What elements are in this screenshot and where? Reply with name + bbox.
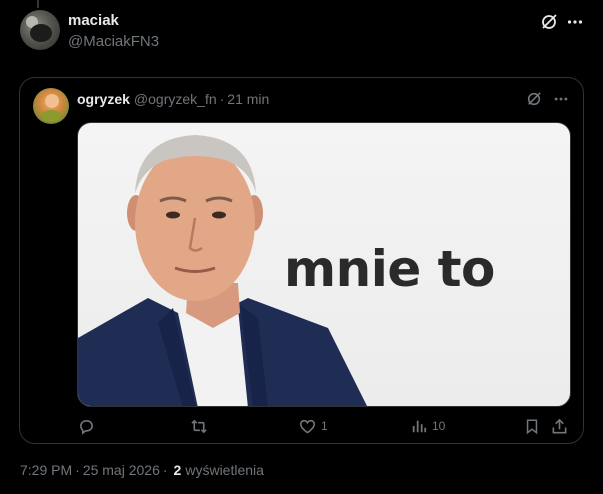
- views-button[interactable]: 10: [411, 416, 445, 436]
- grok-icon[interactable]: [538, 11, 560, 33]
- views-icon: [412, 420, 427, 433]
- author-name[interactable]: maciak: [68, 12, 159, 30]
- share-icon: [552, 418, 567, 433]
- retweet-icon: [191, 419, 207, 433]
- separator-dot: ·: [75, 462, 80, 478]
- post-time[interactable]: 7:29 PM: [20, 462, 72, 478]
- post-views-label: wyświetlenia: [185, 462, 264, 478]
- like-count: 1: [321, 419, 328, 433]
- bookmark-icon: [526, 419, 538, 434]
- retweet-button[interactable]: [190, 416, 208, 436]
- separator-dot: ·: [219, 91, 225, 107]
- avatar[interactable]: [20, 10, 60, 50]
- quoted-time[interactable]: 21 min: [227, 91, 269, 107]
- grok-icon[interactable]: [523, 88, 545, 110]
- views-count: 10: [432, 419, 446, 433]
- quoted-author-handle[interactable]: @ogryzek_fn: [134, 91, 217, 107]
- bookmark-button[interactable]: [524, 416, 540, 436]
- separator-dot: ·: [162, 462, 168, 478]
- post-author[interactable]: maciak @MaciakFN3: [68, 12, 159, 52]
- share-button[interactable]: [551, 416, 568, 436]
- more-icon[interactable]: [550, 88, 572, 110]
- reply-button[interactable]: [78, 416, 95, 436]
- media-caption: mnie to: [284, 240, 495, 298]
- quoted-media-image[interactable]: mnie to: [77, 122, 571, 407]
- quoted-header: ogryzek @ogryzek_fn · 21 min: [77, 91, 269, 108]
- post-views-count: 2: [173, 462, 182, 478]
- like-button[interactable]: 1: [299, 416, 328, 436]
- quoted-author-name[interactable]: ogryzek: [77, 91, 130, 107]
- heart-icon: [299, 419, 316, 434]
- quoted-avatar[interactable]: [33, 88, 69, 124]
- post-date[interactable]: 25 maj 2026: [83, 462, 160, 478]
- post-meta: 7:29 PM · 25 maj 2026 · 2 wyświetlenia: [20, 461, 264, 479]
- thread-line: [37, 0, 39, 8]
- more-icon[interactable]: [564, 11, 586, 33]
- quoted-actions: 1 10: [77, 416, 571, 436]
- author-handle[interactable]: @MaciakFN3: [68, 32, 159, 52]
- reply-icon: [80, 419, 93, 435]
- quoted-post[interactable]: ogryzek @ogryzek_fn · 21 min mnie to 1 1…: [19, 77, 584, 444]
